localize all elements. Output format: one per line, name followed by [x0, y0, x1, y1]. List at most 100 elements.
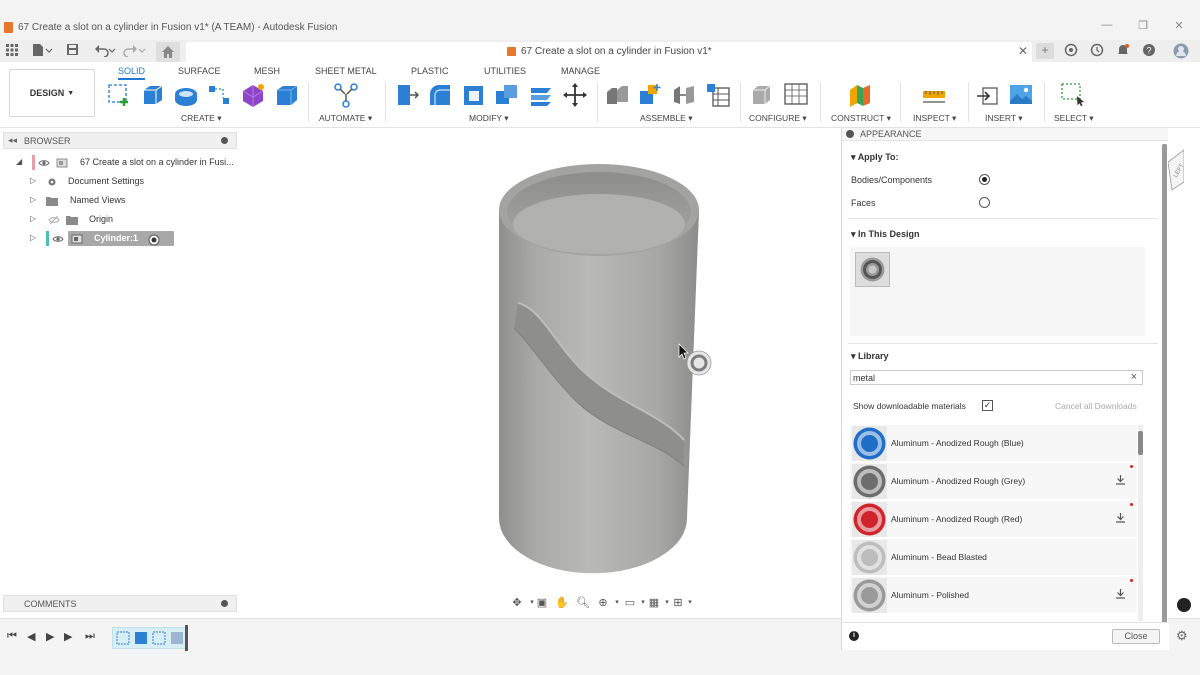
insert-canvas-icon[interactable]	[1008, 82, 1034, 108]
zoom-icon[interactable]: 🔍︎	[576, 596, 590, 610]
tree-item-document-settings[interactable]: ▷ Document Settings	[30, 174, 237, 191]
go-to-end-icon[interactable]: ⏭	[85, 630, 95, 643]
eye-icon[interactable]	[38, 158, 50, 168]
revolve-icon[interactable]	[173, 82, 199, 108]
pan-icon[interactable]: ✋	[555, 596, 569, 610]
grid-settings-icon[interactable]: ▦	[647, 596, 661, 610]
workspace-switcher-button[interactable]: DESIGN ▼	[9, 69, 95, 117]
go-to-start-icon[interactable]: ⏮	[7, 630, 17, 643]
feedback-icon[interactable]	[1177, 598, 1191, 612]
panel-pin-icon[interactable]	[221, 137, 228, 144]
expand-arrow-icon[interactable]: ▷	[30, 214, 36, 223]
eye-hidden-icon[interactable]	[48, 215, 60, 225]
caret-down-icon[interactable]: ▾	[610, 596, 624, 610]
scrollbar-thumb[interactable]	[1162, 144, 1167, 624]
material-list[interactable]: Aluminum - Anodized Rough (Blue) Aluminum…	[842, 425, 1142, 622]
expand-arrow-icon[interactable]: ◢	[16, 157, 22, 166]
create-group-label[interactable]: CREATE ▾	[181, 113, 222, 124]
help-icon[interactable]: ?	[1140, 43, 1158, 59]
tab-sheet-metal[interactable]: SHEET METAL	[315, 66, 377, 76]
material-list-item[interactable]: Aluminum - Polished	[850, 577, 1137, 614]
library-search-input[interactable]: metal ×	[850, 370, 1143, 385]
tab-surface[interactable]: SURFACE	[178, 66, 221, 76]
collapse-icon[interactable]	[846, 130, 854, 138]
close-button[interactable]: Close	[1112, 629, 1160, 644]
modify-group-label[interactable]: MODIFY ▾	[469, 113, 509, 124]
tab-manage[interactable]: MANAGE	[561, 66, 600, 76]
undo-icon[interactable]	[92, 43, 118, 59]
extrude-icon[interactable]	[140, 82, 166, 108]
info-icon[interactable]: i	[849, 631, 859, 641]
construct-group-label[interactable]: CONSTRUCT ▾	[831, 113, 891, 124]
bodies-components-radio[interactable]	[979, 174, 990, 185]
material-list-item[interactable]: Aluminum - Anodized Rough (Red)	[850, 501, 1137, 538]
step-back-icon[interactable]: ◀	[27, 630, 35, 643]
document-tab[interactable]: 67 Create a slot on a cylinder in Fusion…	[186, 42, 1032, 62]
fit-icon[interactable]: ⊕	[596, 596, 610, 610]
expand-arrow-icon[interactable]: ▷	[30, 176, 36, 185]
combine-icon[interactable]	[494, 82, 520, 108]
download-icon[interactable]	[1115, 474, 1126, 488]
material-list-item[interactable]: Aluminum - Anodized Rough (Blue)	[850, 425, 1137, 462]
insert-group-label[interactable]: INSERT ▾	[985, 113, 1023, 124]
construct-plane-icon[interactable]	[847, 82, 873, 108]
panel-pin-icon[interactable]	[221, 600, 228, 607]
configure-group-label[interactable]: CONFIGURE ▾	[749, 113, 807, 124]
offset-face-icon[interactable]	[528, 82, 554, 108]
redo-icon[interactable]	[122, 43, 148, 59]
design-material-swatch[interactable]	[855, 252, 890, 287]
bill-of-materials-icon[interactable]	[705, 82, 731, 108]
activate-radio-icon[interactable]	[148, 234, 160, 246]
cancel-all-downloads-link[interactable]: Cancel all Downloads	[1055, 401, 1137, 411]
tab-mesh[interactable]: MESH	[254, 66, 280, 76]
file-menu-icon[interactable]	[30, 43, 54, 59]
cylinder-model[interactable]	[499, 164, 699, 574]
apps-grid-icon[interactable]	[4, 43, 20, 59]
display-settings-icon[interactable]: ▭	[623, 596, 637, 610]
assemble-group-label[interactable]: ASSEMBLE ▾	[640, 113, 692, 124]
browser-header[interactable]: ◂◂ BROWSER	[3, 132, 237, 149]
inspect-group-label[interactable]: INSPECT ▾	[913, 113, 956, 124]
step-forward-icon[interactable]: ▶︎	[64, 630, 72, 643]
comments-panel-header[interactable]: COMMENTS	[3, 595, 237, 612]
press-pull-icon[interactable]	[394, 82, 420, 108]
faces-radio[interactable]	[979, 197, 990, 208]
joint-icon[interactable]	[637, 82, 663, 108]
fillet-icon[interactable]	[427, 82, 453, 108]
minimize-button[interactable]: —	[1097, 19, 1117, 31]
extensions-icon[interactable]	[1062, 43, 1080, 59]
configure-icon[interactable]	[749, 82, 775, 108]
automate-icon[interactable]	[333, 82, 359, 108]
user-avatar-icon[interactable]	[1172, 43, 1190, 59]
download-icon[interactable]	[1115, 588, 1126, 602]
download-icon[interactable]	[1115, 512, 1126, 526]
create-sketch-icon[interactable]	[106, 82, 132, 108]
select-group-label[interactable]: SELECT ▾	[1054, 113, 1094, 124]
tab-plastic[interactable]: PLASTIC	[411, 66, 449, 76]
save-icon[interactable]	[64, 43, 80, 59]
eye-icon[interactable]	[52, 234, 64, 244]
show-downloadable-checkbox[interactable]: ✓	[982, 400, 993, 411]
box-icon[interactable]	[274, 82, 300, 108]
tab-solid[interactable]: SOLID	[118, 66, 146, 80]
home-icon[interactable]	[156, 42, 180, 62]
look-at-icon[interactable]: ▣	[535, 596, 549, 610]
material-list-item[interactable]: Aluminum - Anodized Rough (Grey)	[850, 463, 1137, 500]
expand-arrow-icon[interactable]: ▷	[30, 195, 36, 204]
timeline-marker[interactable]	[185, 625, 188, 651]
in-this-design-header[interactable]: ▾ In This Design	[851, 229, 920, 240]
insert-derive-icon[interactable]	[975, 82, 1001, 108]
as-built-joint-icon[interactable]	[671, 82, 697, 108]
job-status-icon[interactable]	[1088, 43, 1106, 59]
close-document-tab-button[interactable]: ✕	[1018, 44, 1028, 58]
shell-icon[interactable]	[461, 82, 487, 108]
configuration-table-icon[interactable]	[783, 82, 809, 108]
notifications-bell-icon[interactable]	[1114, 43, 1132, 59]
measure-icon[interactable]	[921, 82, 947, 108]
close-window-button[interactable]: ✕	[1169, 19, 1189, 32]
form-icon[interactable]	[240, 82, 266, 108]
panel-scrollbar[interactable]	[1162, 144, 1167, 624]
expand-arrow-icon[interactable]: ▷	[30, 233, 36, 242]
gear-icon[interactable]: ⚙	[1176, 628, 1188, 644]
library-header[interactable]: ▾ Library	[851, 351, 889, 362]
